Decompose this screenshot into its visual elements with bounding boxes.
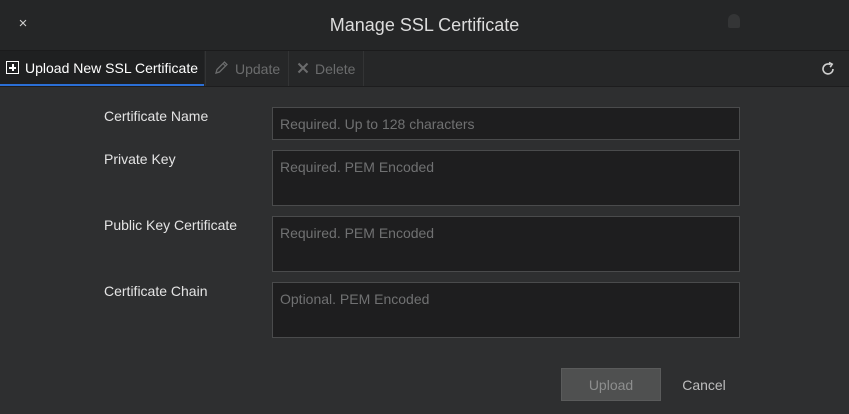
- public-key-certificate-label: Public Key Certificate: [104, 217, 238, 233]
- public-key-certificate-textarea[interactable]: [272, 216, 740, 272]
- toolbar: Upload New SSL Certificate Update Delete: [0, 51, 849, 87]
- background-bell-icon: [728, 14, 740, 28]
- upload-new-certificate-label: Upload New SSL Certificate: [25, 59, 199, 76]
- certificate-chain-textarea[interactable]: [272, 282, 740, 338]
- dialog-header: × Manage SSL Certificate: [0, 0, 849, 51]
- close-icon[interactable]: ×: [14, 15, 32, 33]
- upload-button[interactable]: Upload: [561, 368, 661, 401]
- x-icon: [297, 61, 309, 77]
- delete-label: Delete: [315, 60, 356, 77]
- private-key-label: Private Key: [104, 151, 176, 167]
- cancel-button[interactable]: Cancel: [672, 368, 736, 401]
- upload-new-certificate-button[interactable]: Upload New SSL Certificate: [0, 51, 204, 86]
- manage-ssl-dialog: × Manage SSL Certificate Upload New SSL …: [0, 0, 849, 414]
- certificate-name-label: Certificate Name: [104, 108, 209, 124]
- private-key-textarea[interactable]: [272, 150, 740, 206]
- certificate-name-input[interactable]: [272, 107, 740, 140]
- update-label: Update: [235, 60, 281, 77]
- refresh-icon[interactable]: [819, 60, 837, 78]
- update-button[interactable]: Update: [205, 51, 287, 86]
- pencil-icon: [214, 60, 229, 78]
- plus-box-icon: [6, 61, 19, 74]
- delete-button[interactable]: Delete: [288, 51, 364, 86]
- certificate-chain-label: Certificate Chain: [104, 283, 208, 299]
- dialog-title: Manage SSL Certificate: [329, 15, 520, 35]
